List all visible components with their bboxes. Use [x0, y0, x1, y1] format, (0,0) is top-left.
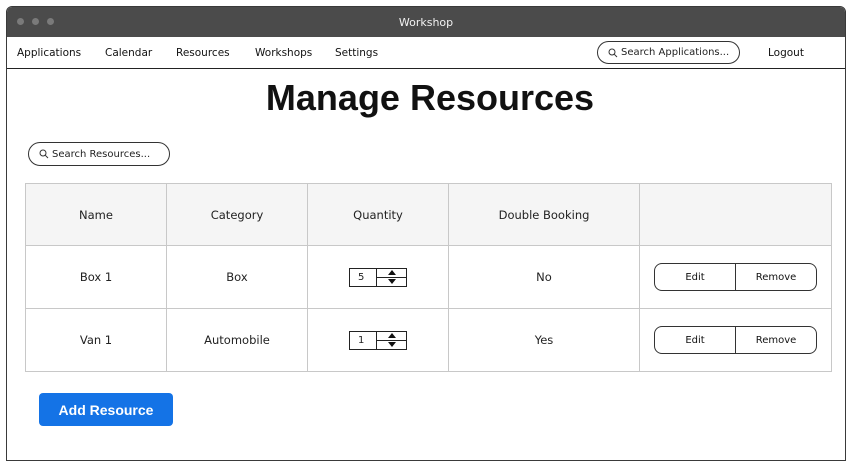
- decrement-button[interactable]: [377, 278, 406, 286]
- window-controls: [17, 18, 54, 25]
- quantity-stepper[interactable]: 1: [349, 330, 407, 350]
- chevron-up-icon: [387, 333, 396, 338]
- minimize-window-button[interactable]: [32, 18, 39, 25]
- edit-button[interactable]: Edit: [655, 264, 735, 290]
- col-header-name: Name: [25, 183, 167, 246]
- col-header-actions: [639, 183, 832, 246]
- close-window-button[interactable]: [17, 18, 24, 25]
- chevron-down-icon: [387, 279, 396, 284]
- edit-button[interactable]: Edit: [655, 327, 735, 353]
- nav-resources[interactable]: Resources: [176, 47, 230, 59]
- quantity-value[interactable]: 5: [350, 268, 377, 286]
- search-resources-placeholder: Search Resources...: [52, 148, 151, 160]
- maximize-window-button[interactable]: [47, 18, 54, 25]
- nav-workshops[interactable]: Workshops: [255, 47, 312, 59]
- search-applications-input[interactable]: Search Applications...: [597, 41, 740, 64]
- resources-table: Name Category Quantity Double Booking Bo…: [25, 183, 832, 372]
- row-action-group: Edit Remove: [654, 263, 817, 291]
- cell-actions: Edit Remove: [639, 245, 832, 309]
- cell-quantity: 5: [307, 245, 449, 309]
- chevron-up-icon: [387, 270, 396, 275]
- nav-calendar[interactable]: Calendar: [105, 47, 152, 59]
- cell-category: Automobile: [166, 308, 308, 372]
- search-resources-input[interactable]: Search Resources...: [28, 142, 170, 166]
- table-row: Van 1 Automobile 1 Yes Edit Remove: [25, 308, 832, 372]
- quantity-value[interactable]: 1: [350, 331, 377, 349]
- decrement-button[interactable]: [377, 341, 406, 349]
- cell-name: Van 1: [25, 308, 167, 372]
- remove-button[interactable]: Remove: [735, 264, 816, 290]
- window-title: Workshop: [398, 15, 454, 29]
- nav-applications[interactable]: Applications: [17, 47, 81, 59]
- cell-name: Box 1: [25, 245, 167, 309]
- cell-double-booking: No: [448, 245, 640, 309]
- quantity-stepper[interactable]: 5: [349, 267, 407, 287]
- title-bar: Workshop: [7, 7, 845, 37]
- search-icon: [39, 149, 49, 159]
- page-title: Manage Resources: [265, 77, 595, 118]
- increment-button[interactable]: [377, 269, 406, 278]
- remove-button[interactable]: Remove: [735, 327, 816, 353]
- increment-button[interactable]: [377, 332, 406, 341]
- nav-settings[interactable]: Settings: [335, 47, 378, 59]
- table-header-row: Name Category Quantity Double Booking: [25, 183, 832, 246]
- search-icon: [608, 48, 618, 57]
- cell-double-booking: Yes: [448, 308, 640, 372]
- cell-quantity: 1: [307, 308, 449, 372]
- col-header-quantity: Quantity: [307, 183, 449, 246]
- cell-actions: Edit Remove: [639, 308, 832, 372]
- col-header-category: Category: [166, 183, 308, 246]
- col-header-double-booking: Double Booking: [448, 183, 640, 246]
- row-action-group: Edit Remove: [654, 326, 817, 354]
- top-nav: Applications Calendar Resources Workshop…: [7, 37, 845, 69]
- logout-link[interactable]: Logout: [768, 47, 804, 59]
- search-applications-placeholder: Search Applications...: [621, 47, 730, 58]
- cell-category: Box: [166, 245, 308, 309]
- chevron-down-icon: [387, 342, 396, 347]
- add-resource-button[interactable]: Add Resource: [39, 393, 173, 426]
- table-row: Box 1 Box 5 No Edit Remove: [25, 245, 832, 309]
